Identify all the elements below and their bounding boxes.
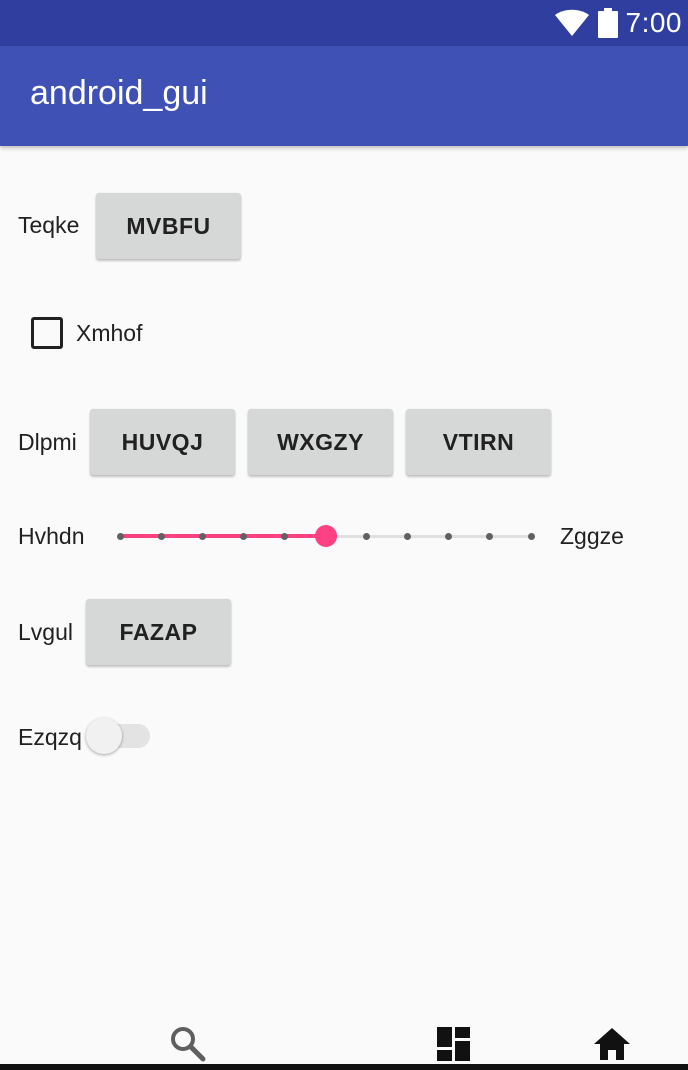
slider-tick (157, 533, 165, 540)
slider-tick (527, 533, 535, 540)
slider-tick (445, 533, 453, 540)
mvbfu-button[interactable]: MVBFU (96, 193, 241, 259)
status-bar: 7:00 (0, 0, 688, 46)
search-icon[interactable] (168, 1024, 208, 1064)
navigation-bar (0, 1010, 688, 1070)
teqke-label: Teqke (18, 212, 80, 238)
lvgul-label: Lvgul (18, 619, 73, 645)
slider-tick (404, 533, 412, 540)
slider-tick (116, 533, 124, 540)
huvqj-button[interactable]: HUVQJ (90, 409, 235, 475)
zggze-label: Zggze (560, 523, 624, 549)
app-title: android_gui (30, 74, 208, 112)
wifi-icon (554, 9, 589, 36)
dlpmi-label: Dlpmi (18, 429, 77, 455)
fazap-button[interactable]: FAZAP (86, 599, 231, 665)
slider-tick (239, 533, 247, 540)
ezqzq-switch[interactable] (86, 718, 152, 756)
dashboard-icon[interactable] (434, 1024, 474, 1064)
slider-tick (198, 533, 206, 540)
xmhof-label[interactable]: Xmhof (76, 320, 142, 347)
home-icon[interactable] (592, 1024, 632, 1064)
slider-tick (280, 533, 288, 540)
battery-icon (597, 8, 618, 38)
switch-thumb (86, 718, 122, 754)
clock: 7:00 (625, 7, 682, 38)
nav-bottom-edge (0, 1064, 688, 1070)
status-icons: 7:00 (554, 5, 683, 41)
discrete-slider[interactable] (108, 516, 540, 556)
ezqzq-label: Ezqzq (18, 724, 82, 750)
hvhdn-label: Hvhdn (18, 523, 85, 549)
app-bar: android_gui (0, 46, 688, 146)
wxgzy-button[interactable]: WXGZY (248, 409, 393, 475)
slider-track-fill (120, 534, 326, 538)
slider-thumb[interactable] (314, 525, 337, 547)
slider-tick (363, 533, 371, 540)
slider-tick (486, 533, 494, 540)
vtirn-button[interactable]: VTIRN (406, 409, 551, 475)
xmhof-checkbox[interactable] (31, 317, 63, 349)
